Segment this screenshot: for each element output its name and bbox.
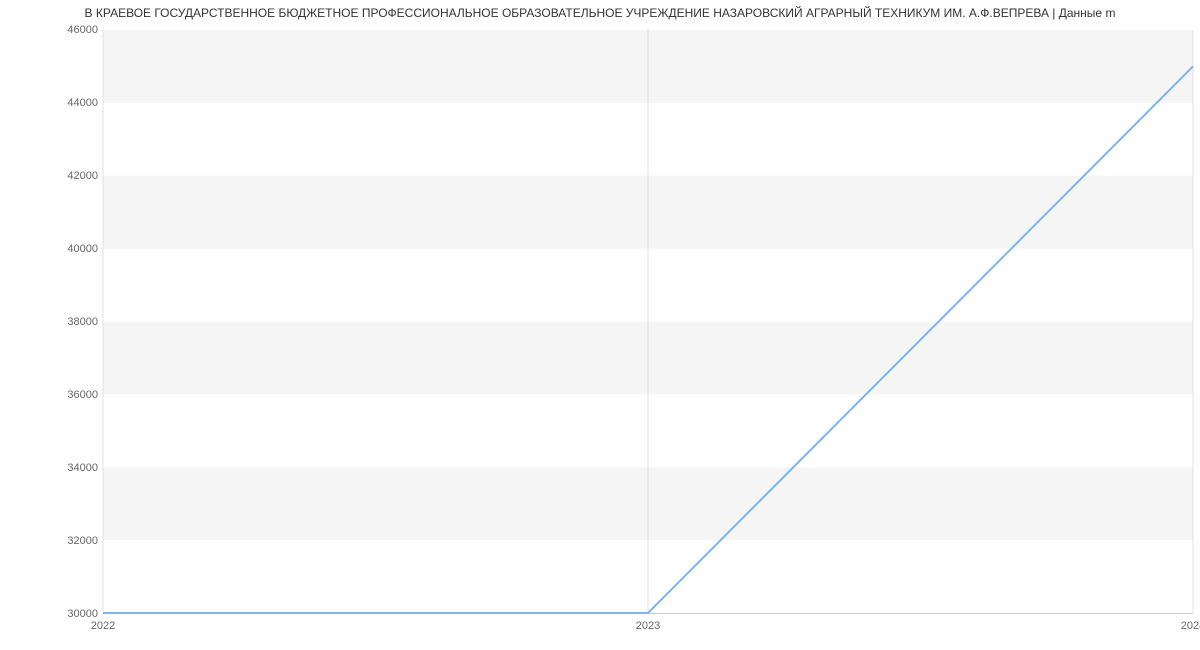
y-tick-label: 36000 (58, 389, 98, 401)
y-tick-label: 32000 (58, 535, 98, 547)
y-tick-label: 38000 (58, 316, 98, 328)
chart-container: В КРАЕВОЕ ГОСУДАРСТВЕННОЕ БЮДЖЕТНОЕ ПРОФ… (0, 0, 1200, 650)
x-tick-label: 2023 (636, 620, 660, 632)
x-tick-label: 2022 (91, 620, 115, 632)
y-tick-label: 30000 (58, 608, 98, 620)
y-tick-label: 44000 (58, 97, 98, 109)
y-tick-label: 40000 (58, 243, 98, 255)
y-tick-label: 34000 (58, 462, 98, 474)
x-tick-label: 2024 (1181, 620, 1200, 632)
chart-title: В КРАЕВОЕ ГОСУДАРСТВЕННОЕ БЮДЖЕТНОЕ ПРОФ… (0, 0, 1200, 26)
y-tick-label: 46000 (58, 24, 98, 36)
chart-svg (103, 30, 1193, 613)
plot-area (103, 30, 1193, 614)
y-tick-label: 42000 (58, 170, 98, 182)
